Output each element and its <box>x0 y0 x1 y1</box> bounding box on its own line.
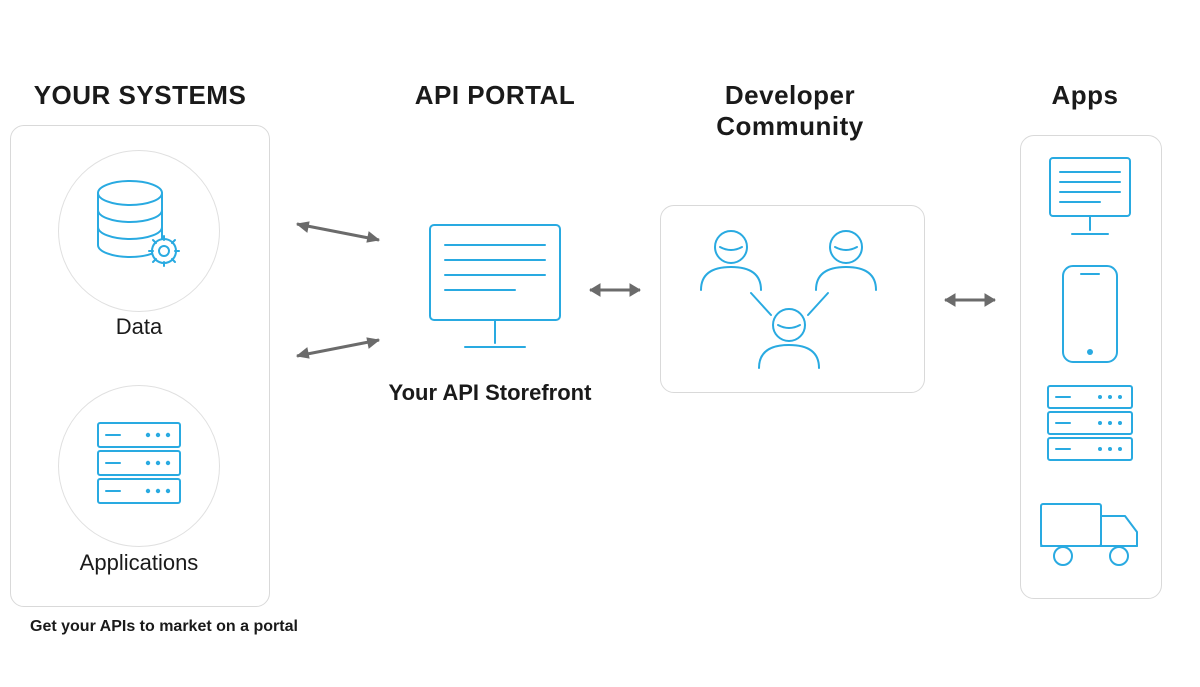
heading-apps: Apps <box>1000 80 1170 111</box>
smartphone-icon <box>1055 260 1125 370</box>
arrow-systems-to-portal-lower <box>283 330 393 370</box>
heading-api-portal: API PORTAL <box>355 80 635 111</box>
arrow-systems-to-portal-upper <box>283 210 393 250</box>
monitor-screen-icon <box>1040 150 1140 250</box>
caption: Get your APIs to market on a portal <box>30 618 298 636</box>
server-icon <box>92 415 186 515</box>
truck-icon <box>1035 490 1145 580</box>
label-applications: Applications <box>45 550 233 576</box>
heading-your-systems: YOUR SYSTEMS <box>0 80 280 111</box>
monitor-screen-icon <box>420 215 570 365</box>
label-data: Data <box>45 314 233 340</box>
arrow-portal-to-developer <box>580 280 650 300</box>
diagram-canvas: YOUR SYSTEMS API PORTAL Developer Commun… <box>0 0 1200 687</box>
database-gear-icon <box>90 175 190 285</box>
arrow-developer-to-apps <box>935 290 1005 310</box>
label-storefront: Your API Storefront <box>340 380 640 406</box>
server-icon <box>1040 380 1140 472</box>
heading-developer-community: Developer Community <box>640 80 940 142</box>
people-group-icon <box>676 215 906 385</box>
